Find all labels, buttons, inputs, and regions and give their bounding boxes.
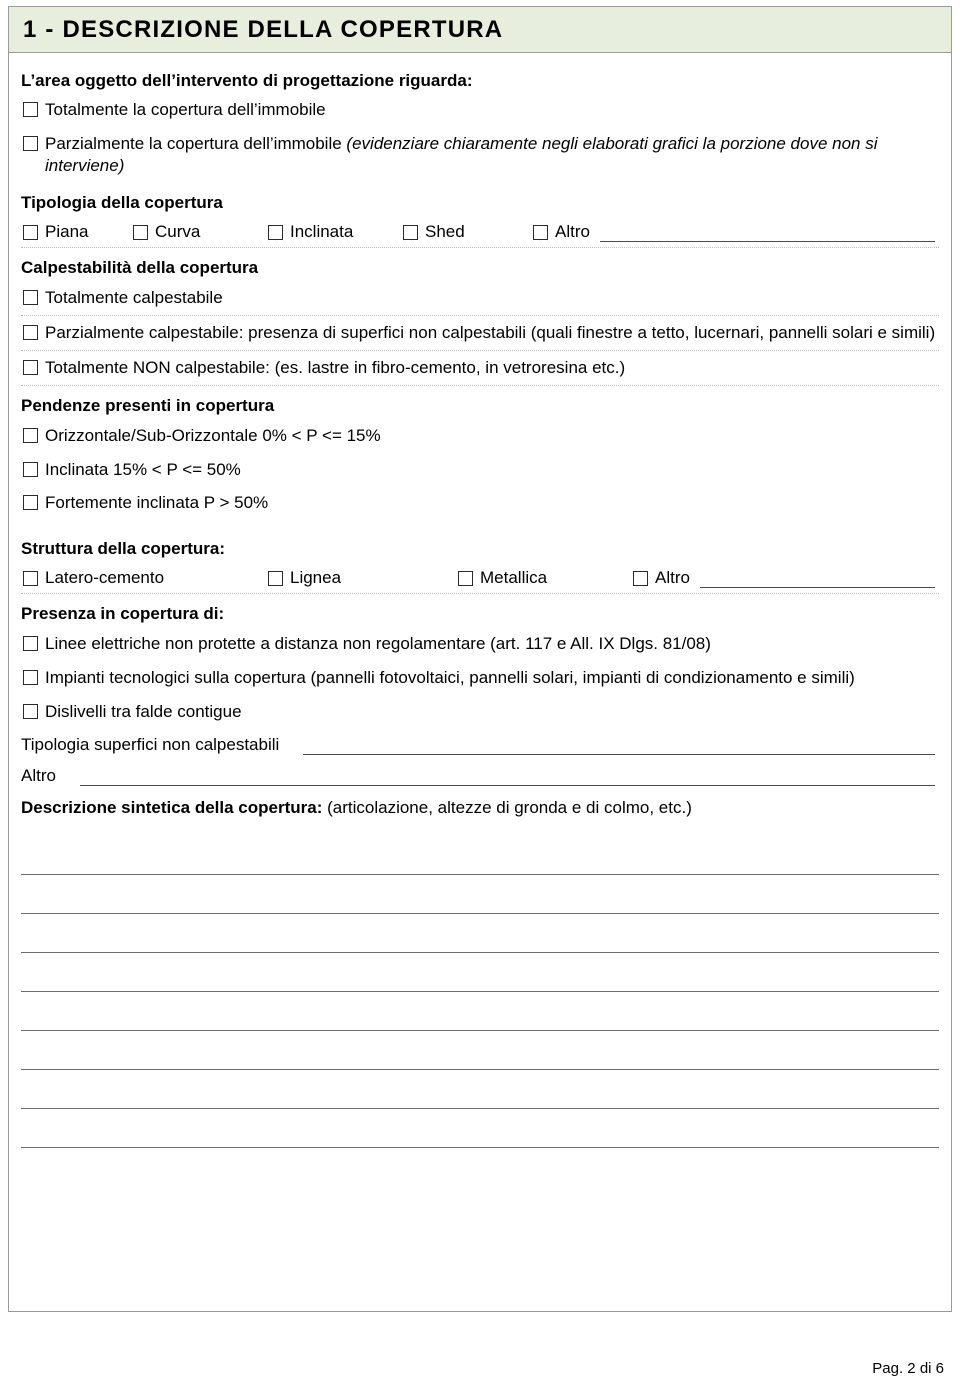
descrizione-label-bold: Descrizione sintetica della copertura: [21,797,323,817]
checkbox-icon[interactable] [23,101,38,117]
writing-line[interactable] [21,1070,939,1110]
section-label-calpestabilita: Calpestabilità della copertura [21,258,259,278]
checkbox-label: Curva [155,222,201,242]
document-page: 1 - DESCRIZIONE DELLA COPERTURA L’area o… [0,0,960,1391]
checkbox-icon[interactable] [23,636,38,652]
checkbox-label: Inclinata 15% < P <= 50% [45,459,241,479]
checkbox-row-area-parziale[interactable]: Parzialmente la copertura dell’immobile … [21,127,939,184]
checkbox-row-dislivelli[interactable]: Dislivelli tra falde contigue [21,695,939,729]
checkbox-label: Altro [21,765,56,785]
checkbox-label: Totalmente la copertura dell’immobile [45,99,326,119]
checkbox-icon[interactable] [23,325,38,341]
checkbox-label: Altro [655,568,690,588]
checkbox-label: Latero-cemento [45,568,165,588]
checkbox-option-struttura-altro[interactable]: Altro [631,568,690,588]
checkbox-icon[interactable] [533,225,548,241]
checkbox-option-shed[interactable]: Shed [401,222,531,242]
fill-in-line-tipologia-superfici[interactable] [303,738,935,755]
checkbox-icon[interactable] [23,670,38,686]
checkbox-row-impianti-tecnologici[interactable]: Impianti tecnologici sulla copertura (pa… [21,661,939,695]
section-label-struttura: Struttura della copertura: [21,539,226,559]
checkbox-icon[interactable] [23,135,38,151]
writing-line[interactable] [21,836,939,876]
checkbox-group-tipologia: Piana Curva Inclinata Shed Altro [21,216,939,249]
checkbox-label-text: Parzialmente la copertura dell’immobile [45,133,347,153]
checkbox-row-tipologia-superfici[interactable]: Tipologia superfici non calpestabili [21,729,939,760]
descrizione-label-rest: (articolazione, altezze di gronda e di c… [322,797,692,817]
checkbox-option-inclinata[interactable]: Inclinata [266,222,401,242]
checkbox-row-totalmente-calpestabile[interactable]: Totalmente calpestabile [21,281,939,317]
checkbox-option-piana[interactable]: Piana [21,222,131,242]
checkbox-row-linee-elettriche[interactable]: Linee elettriche non protette a distanza… [21,627,939,661]
checkbox-icon[interactable] [23,571,38,587]
checkbox-icon[interactable] [458,571,473,587]
section-header-band: 1 - DESCRIZIONE DELLA COPERTURA [9,7,951,53]
writing-lines-area[interactable] [21,836,939,1149]
checkbox-icon[interactable] [23,359,38,375]
checkbox-label: Parzialmente calpestabile: presenza di s… [45,323,936,343]
checkbox-row-non-calpestabile[interactable]: Totalmente NON calpestabile: (es. lastre… [21,351,939,386]
checkbox-label: Shed [425,222,465,242]
checkbox-icon[interactable] [403,225,418,241]
checkbox-label: Lignea [290,568,342,588]
checkbox-label: Metallica [480,568,548,588]
checkbox-label: Piana [45,222,89,242]
checkbox-label: Inclinata [290,222,354,242]
checkbox-label: Tipologia superfici non calpestabili [21,734,280,754]
checkbox-icon[interactable] [268,225,283,241]
writing-line[interactable] [21,1031,939,1071]
writing-line[interactable] [21,875,939,915]
checkbox-icon[interactable] [133,225,148,241]
writing-line[interactable] [21,953,939,993]
checkbox-icon[interactable] [23,461,38,477]
section-label-presenza: Presenza in copertura di: [21,604,225,624]
writing-line[interactable] [21,992,939,1032]
form-content: L’area oggetto dell’intervento di proget… [9,54,951,1149]
checkbox-label: Linee elettriche non protette a distanza… [45,634,711,654]
checkbox-option-latero-cemento[interactable]: Latero-cemento [21,568,266,588]
section-label-pendenze: Pendenze presenti in copertura [21,395,275,415]
checkbox-icon[interactable] [23,225,38,241]
checkbox-row-presenza-altro[interactable]: Altro [21,760,939,791]
page-footer: Pag. 2 di 6 [872,1360,944,1377]
checkbox-option-curva[interactable]: Curva [131,222,266,242]
checkbox-icon[interactable] [23,495,38,511]
checkbox-label: Fortemente inclinata P > 50% [45,493,269,513]
checkbox-label: Dislivelli tra falde contigue [45,701,242,721]
fill-in-line-presenza-altro[interactable] [79,769,935,786]
checkbox-label: Totalmente calpestabile [45,288,223,308]
checkbox-icon[interactable] [633,571,648,587]
fill-in-line-struttura-altro[interactable] [699,571,935,589]
checkbox-row-pendenza-orizzontale[interactable]: Orizzontale/Sub-Orizzontale 0% < P <= 15… [21,419,939,453]
page-title: 1 - DESCRIZIONE DELLA COPERTURA [23,15,504,43]
checkbox-row-parzialmente-calpestabile[interactable]: Parzialmente calpestabile: presenza di s… [21,316,939,351]
checkbox-group-struttura: Latero-cemento Lignea Metallica Altro [21,562,939,595]
checkbox-label: Totalmente NON calpestabile: (es. lastre… [45,357,626,377]
checkbox-icon[interactable] [268,571,283,587]
checkbox-label: Parzialmente la copertura dell’immobile … [45,133,939,179]
checkbox-row-area-totale[interactable]: Totalmente la copertura dell’immobile [21,93,939,127]
checkbox-icon[interactable] [23,703,38,719]
checkbox-row-pendenza-inclinata[interactable]: Inclinata 15% < P <= 50% [21,453,939,487]
checkbox-icon[interactable] [23,290,38,306]
descrizione-sintetica-label: Descrizione sintetica della copertura: (… [21,791,939,823]
checkbox-label: Orizzontale/Sub-Orizzontale 0% < P <= 15… [45,425,381,445]
checkbox-option-altro[interactable]: Altro [531,222,590,242]
checkbox-option-metallica[interactable]: Metallica [456,568,631,588]
fill-in-line-tipologia-altro[interactable] [599,225,935,243]
writing-line[interactable] [21,1109,939,1149]
writing-line[interactable] [21,914,939,954]
checkbox-icon[interactable] [23,427,38,443]
section-label-tipologia: Tipologia della copertura [21,193,223,213]
checkbox-label: Impianti tecnologici sulla copertura (pa… [45,668,855,688]
checkbox-row-pendenza-fortemente-inclinata[interactable]: Fortemente inclinata P > 50% [21,486,939,520]
checkbox-option-lignea[interactable]: Lignea [266,568,456,588]
checkbox-label: Altro [555,222,590,242]
intro-question: L’area oggetto dell’intervento di proget… [21,71,473,90]
